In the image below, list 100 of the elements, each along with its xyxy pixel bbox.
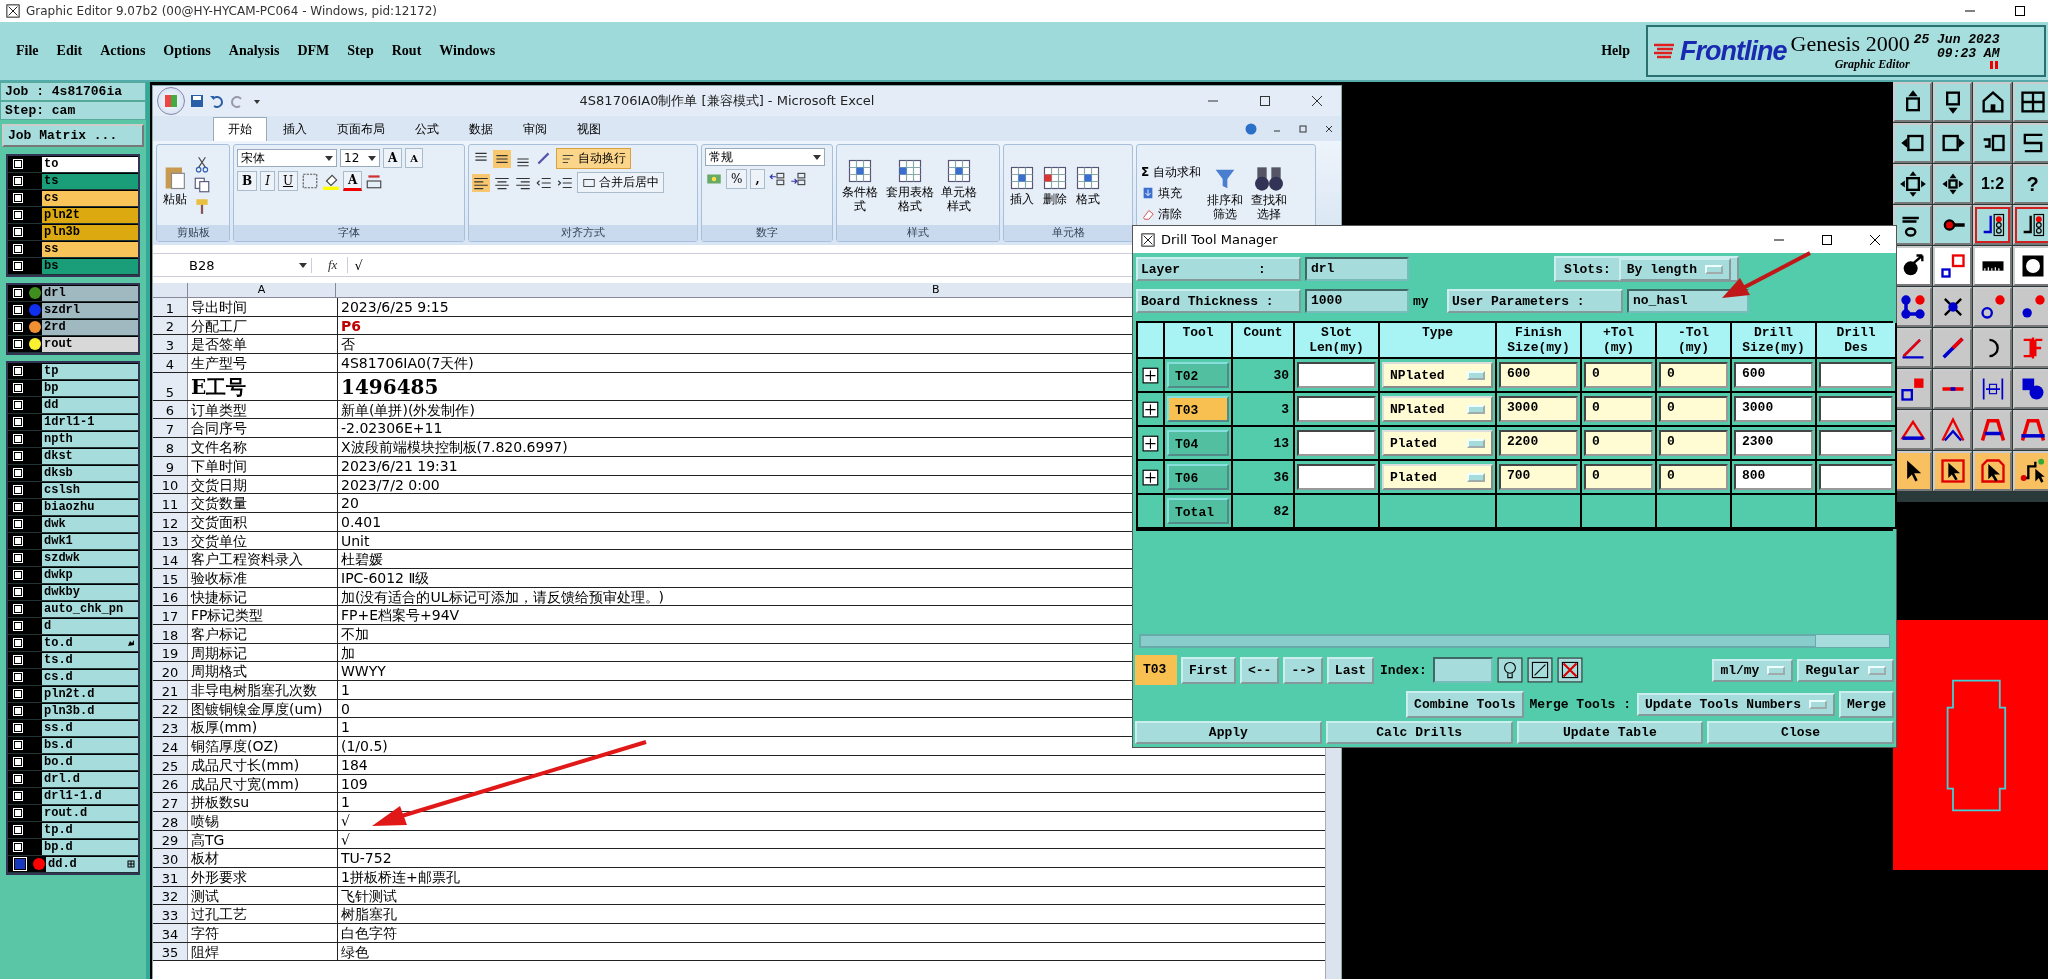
close-icon[interactable] bbox=[1311, 95, 1323, 107]
horizontal-scrollbar[interactable] bbox=[1139, 634, 1890, 648]
layer-name[interactable]: rout.d bbox=[42, 805, 138, 821]
maximize-icon[interactable] bbox=[1821, 233, 1833, 246]
layer-name[interactable]: bp bbox=[42, 380, 138, 396]
layer-checkbox[interactable] bbox=[12, 501, 24, 513]
ribbon-tab[interactable]: 插入 bbox=[269, 118, 321, 141]
row-header[interactable]: 14 bbox=[153, 550, 188, 568]
find-select-button[interactable]: 查找和选择 bbox=[1248, 164, 1289, 222]
shrink-font-button[interactable]: A bbox=[405, 148, 424, 168]
layer-name[interactable]: auto_chk_pn bbox=[42, 601, 138, 617]
layer-name[interactable]: cs bbox=[42, 190, 138, 206]
action-button[interactable]: Update Table bbox=[1516, 721, 1704, 744]
save-icon[interactable] bbox=[189, 93, 205, 109]
help-menu[interactable]: Help bbox=[1599, 41, 1632, 61]
layer-name[interactable]: drl.d bbox=[42, 771, 138, 787]
layer-checkbox[interactable] bbox=[12, 321, 24, 333]
row-header[interactable]: 11 bbox=[153, 494, 188, 512]
cell-button[interactable]: 格式 bbox=[1073, 163, 1103, 207]
zigzag-icon[interactable] bbox=[2013, 123, 2048, 163]
arch-icon[interactable] bbox=[1973, 410, 2012, 450]
layer-checkbox[interactable] bbox=[12, 569, 24, 581]
font-name-dropdown[interactable]: 宋体 bbox=[237, 149, 337, 167]
font-style-button[interactable]: B bbox=[237, 171, 258, 191]
maximize-icon[interactable] bbox=[1259, 95, 1271, 107]
layer-name[interactable]: pln3b bbox=[42, 224, 138, 240]
layer-checkbox[interactable] bbox=[12, 856, 28, 872]
pointer-icon[interactable] bbox=[1973, 451, 2012, 491]
row-header[interactable]: 8 bbox=[153, 438, 188, 456]
menu-item[interactable]: Rout bbox=[389, 41, 424, 61]
phonetic-guide-icon[interactable] bbox=[365, 172, 384, 190]
row-header[interactable]: 1 bbox=[153, 298, 188, 316]
slot-length-field[interactable] bbox=[1297, 396, 1376, 422]
arch-icon[interactable] bbox=[2013, 410, 2048, 450]
minus-tolerance-field[interactable]: 0 bbox=[1659, 430, 1728, 456]
house-icon[interactable] bbox=[1973, 82, 2012, 122]
board-thickness-field[interactable]: 1000 bbox=[1305, 289, 1409, 313]
ribbon-tab[interactable]: 页面布局 bbox=[323, 118, 399, 141]
expand-icon[interactable] bbox=[1141, 400, 1160, 418]
rotate-icon[interactable] bbox=[1973, 328, 2012, 368]
layer-name[interactable]: dd bbox=[42, 397, 138, 413]
menu-item[interactable]: Step bbox=[345, 41, 376, 61]
tool-button[interactable]: T02 bbox=[1167, 362, 1229, 388]
pad-icon[interactable] bbox=[2013, 246, 2048, 286]
tool-button[interactable]: T06 bbox=[1167, 464, 1229, 490]
layer-name[interactable]: pln2t bbox=[42, 207, 138, 223]
font-size-dropdown[interactable]: 12 bbox=[340, 149, 380, 167]
finish-size-field[interactable]: 600 bbox=[1499, 362, 1578, 388]
layer-checkbox[interactable] bbox=[12, 518, 24, 530]
format-painter-icon[interactable] bbox=[193, 197, 211, 215]
layer-checkbox[interactable] bbox=[12, 552, 24, 564]
layer-checkbox[interactable] bbox=[12, 260, 24, 272]
row-header[interactable]: 7 bbox=[153, 419, 188, 438]
layer-name[interactable]: ss.d bbox=[42, 720, 138, 736]
layer-checkbox[interactable] bbox=[12, 192, 24, 204]
row-header[interactable]: 24 bbox=[153, 737, 188, 755]
job-matrix-button[interactable]: Job Matrix ... bbox=[2, 124, 144, 147]
chevron-icon[interactable] bbox=[1933, 410, 1972, 450]
tool-button[interactable]: T04 bbox=[1167, 430, 1229, 456]
index-field[interactable] bbox=[1432, 657, 1493, 683]
slot-length-field[interactable] bbox=[1297, 362, 1376, 388]
column-header[interactable]: B bbox=[926, 283, 946, 297]
close-icon[interactable] bbox=[1323, 123, 1335, 135]
box-arrow-left-icon[interactable] bbox=[1893, 123, 1932, 163]
ruler-icon[interactable] bbox=[1973, 246, 2012, 286]
drill-size-field[interactable]: 3000 bbox=[1734, 396, 1813, 422]
layer-name[interactable]: dwkp bbox=[42, 567, 138, 583]
menu-item[interactable]: Analysis bbox=[226, 41, 282, 61]
layer-name[interactable]: bp.d bbox=[42, 839, 138, 855]
layer-name[interactable]: ts bbox=[42, 173, 138, 189]
style-button[interactable]: 单元格样式 bbox=[938, 156, 980, 214]
ribbon-tab[interactable]: 开始 bbox=[213, 117, 267, 141]
layer-checkbox[interactable] bbox=[12, 338, 24, 350]
menu-item[interactable]: DFM bbox=[295, 41, 332, 61]
expand-arrows-icon[interactable] bbox=[1893, 164, 1932, 204]
layer-name[interactable]: 1drl1-1 bbox=[42, 414, 138, 430]
sort-filter-button[interactable]: 排序和筛选 bbox=[1205, 164, 1246, 222]
ribbon-tab[interactable]: 审阅 bbox=[509, 118, 561, 141]
layer-checkbox[interactable] bbox=[12, 382, 24, 394]
layer-name[interactable]: dwkby bbox=[42, 584, 138, 600]
navigation-button[interactable]: <-- bbox=[1240, 656, 1280, 684]
delete-icon[interactable] bbox=[1556, 657, 1583, 683]
action-button[interactable]: Close bbox=[1707, 721, 1894, 744]
type-dropdown[interactable]: NPlated bbox=[1382, 362, 1493, 388]
slot-length-field[interactable] bbox=[1297, 464, 1376, 490]
path-pointer-icon[interactable] bbox=[2013, 451, 2048, 491]
shapes-icon[interactable] bbox=[2013, 369, 2048, 409]
layer-name[interactable]: szdwk bbox=[42, 550, 138, 566]
navigation-button[interactable]: First bbox=[1181, 656, 1236, 684]
number-format-dropdown[interactable]: 常规 bbox=[705, 148, 825, 166]
layer-checkbox[interactable] bbox=[12, 209, 24, 221]
editing-button[interactable]: 清除 bbox=[1140, 204, 1203, 224]
layer-name[interactable]: drl bbox=[42, 285, 138, 301]
circuit-icon[interactable] bbox=[1973, 205, 2012, 245]
center-arrows-icon[interactable] bbox=[1933, 164, 1972, 204]
grow-font-button[interactable]: A bbox=[383, 148, 403, 168]
font-style-button[interactable]: I bbox=[260, 171, 275, 191]
minus-tolerance-field[interactable]: 0 bbox=[1659, 464, 1728, 490]
layer-checkbox[interactable] bbox=[12, 484, 24, 496]
layer-name[interactable]: npth bbox=[42, 431, 138, 447]
